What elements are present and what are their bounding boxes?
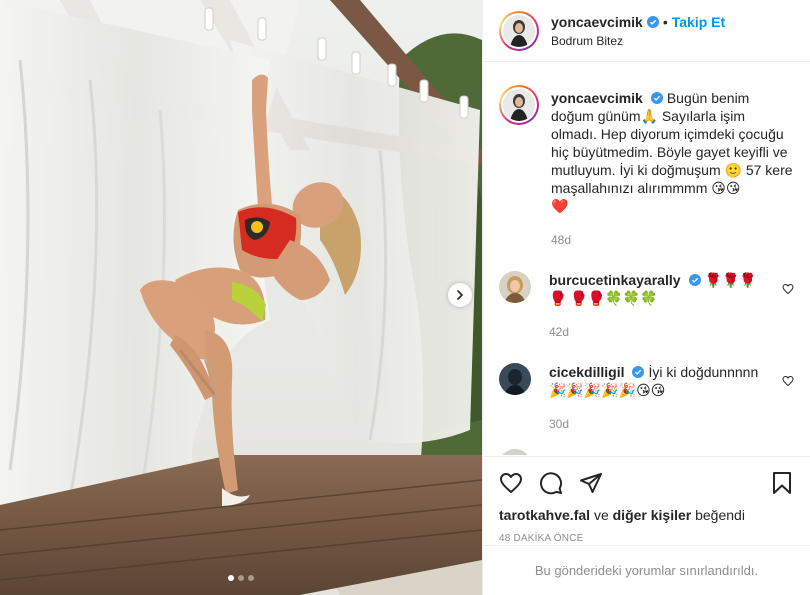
bookmark-icon[interactable] <box>770 471 794 495</box>
caption-username[interactable]: yoncaevcimik <box>551 90 643 106</box>
heart-emoji-icon: ❤️ <box>551 198 569 214</box>
verified-icon <box>688 274 701 286</box>
post-time-ago[interactable]: 48 DAKİKA ÖNCE <box>499 533 794 544</box>
comment-item: burcucetinkayarally 🌹🌹🌹🥊 🥊🥊🍀🍀🍀 42d <box>499 271 794 341</box>
carousel-dot <box>248 575 254 581</box>
comment-like-heart-icon[interactable] <box>782 375 794 387</box>
carousel-dot <box>228 575 234 581</box>
comments-list[interactable]: yoncaevcimik Bugün benim doğum günüm🙏 Say… <box>483 63 810 455</box>
post-actions: tarotkahve.fal ve diğer kişiler beğendi … <box>483 456 810 544</box>
header-username[interactable]: yoncaevcimik <box>551 14 643 30</box>
comments-restricted-notice: Bu gönderideki yorumlar sınırlandırıldı. <box>483 545 810 595</box>
avatar[interactable] <box>499 449 531 455</box>
header-separator: • <box>662 13 668 30</box>
caption-time[interactable]: 48d <box>551 231 794 249</box>
post-media[interactable] <box>0 0 482 595</box>
comment-username[interactable]: burcucetinkayarally <box>549 272 681 288</box>
caption-text: yoncaevcimik Bugün benim doğum günüm🙏 Say… <box>551 89 794 215</box>
post-side-panel: yoncaevcimik • Takip Et Bodrum Bitez yon… <box>482 0 810 595</box>
comment-time[interactable]: 30d <box>549 415 772 433</box>
likes-suffix: beğendi <box>695 507 745 523</box>
share-icon[interactable] <box>579 471 603 495</box>
comment-username[interactable]: cicekdilligil <box>549 364 624 380</box>
liked-by-user[interactable]: tarotkahve.fal <box>499 507 590 523</box>
avatar-image <box>503 14 535 47</box>
avatar[interactable] <box>499 85 539 125</box>
likes-connector: ve <box>593 507 609 523</box>
follow-button[interactable]: Takip Et <box>672 14 725 30</box>
caption: yoncaevcimik Bugün benim doğum günüm🙏 Say… <box>499 85 794 249</box>
comment-item-partial <box>499 449 794 455</box>
carousel-next-button[interactable] <box>448 283 472 307</box>
avatar-image <box>503 89 535 121</box>
avatar-image <box>499 271 531 303</box>
comment-item: cicekdilligil İyi ki doğdunnnnn 🎉🎉🎉🎉🎉😘😘 3… <box>499 363 794 433</box>
verified-icon <box>646 15 659 28</box>
kiss-emoji-icon: 😘😘 <box>711 180 741 196</box>
pray-emoji-icon: 🙏 <box>640 108 658 124</box>
avatar-image <box>499 363 531 395</box>
heart-icon[interactable] <box>499 471 523 495</box>
verified-icon <box>650 92 663 104</box>
avatar[interactable] <box>499 363 531 395</box>
post-dialog: yoncaevcimik • Takip Et Bodrum Bitez yon… <box>0 0 810 595</box>
carousel-indicator <box>0 575 482 581</box>
location-link[interactable]: Bodrum Bitez <box>551 34 725 48</box>
smile-emoji-icon: 🙂 <box>724 162 742 178</box>
likes-summary: tarotkahve.fal ve diğer kişiler beğendi <box>499 507 794 523</box>
avatar[interactable] <box>499 10 539 51</box>
avatar[interactable] <box>499 271 531 303</box>
liked-by-others-link[interactable]: diğer kişiler <box>613 507 692 523</box>
avatar-image <box>499 449 531 455</box>
verified-icon <box>632 366 645 378</box>
chevron-right-icon <box>457 290 464 300</box>
comment-icon[interactable] <box>539 471 563 495</box>
post-header: yoncaevcimik • Takip Et Bodrum Bitez <box>483 0 810 62</box>
post-photo <box>0 0 482 595</box>
comment-time[interactable]: 42d <box>549 323 772 341</box>
carousel-dot <box>238 575 244 581</box>
comment-like-heart-icon[interactable] <box>782 283 794 295</box>
